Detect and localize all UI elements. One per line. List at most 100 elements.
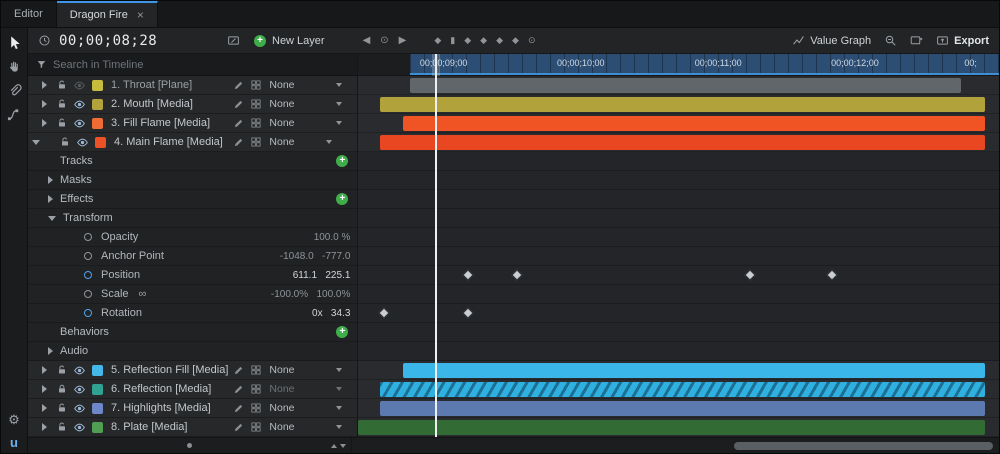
- expand-icon[interactable]: [42, 366, 47, 374]
- collapse-icon[interactable]: [32, 139, 40, 145]
- layer-bar[interactable]: [402, 116, 985, 131]
- keyframe-diamond[interactable]: [744, 269, 756, 281]
- expand-icon[interactable]: [48, 176, 53, 184]
- property-row-anchor-point[interactable]: Anchor Point -1048.0 -777.0: [28, 247, 358, 266]
- edit-pencil-icon[interactable]: [233, 79, 245, 91]
- track-main-flame[interactable]: [358, 133, 999, 152]
- panel-scrollbar[interactable]: [28, 438, 352, 453]
- spline-tool-icon[interactable]: [7, 107, 22, 122]
- hand-tool-icon[interactable]: [7, 59, 22, 74]
- group-row-behaviors[interactable]: Behaviors +: [28, 323, 358, 342]
- clip-tool-icon[interactable]: [7, 83, 22, 98]
- group-row-audio[interactable]: Audio: [28, 342, 358, 361]
- matte-grid-icon[interactable]: [250, 364, 262, 376]
- layer-row-fill-flame[interactable]: 3. Fill Flame [Media] None: [28, 114, 358, 133]
- property-value[interactable]: -1048.0 -777.0: [280, 251, 351, 262]
- next-keyframe-icon[interactable]: ▶: [399, 35, 407, 46]
- matte-grid-icon[interactable]: [250, 98, 262, 110]
- keyframe-diamond[interactable]: [511, 269, 523, 281]
- filter-funnel-icon[interactable]: [36, 59, 47, 70]
- expand-icon[interactable]: [42, 423, 47, 431]
- arrow-down-icon[interactable]: [340, 443, 346, 448]
- layer-color-swatch[interactable]: [92, 402, 103, 414]
- track-reflection-fill[interactable]: [358, 361, 999, 380]
- blend-mode-dropdown[interactable]: None: [269, 79, 357, 91]
- visibility-eye-icon[interactable]: [76, 136, 89, 149]
- expand-icon[interactable]: [42, 100, 47, 108]
- layer-row-reflection[interactable]: 6. Reflection [Media] None: [28, 380, 358, 399]
- matte-grid-icon[interactable]: [250, 421, 262, 433]
- export-button[interactable]: Export: [936, 34, 989, 47]
- edit-pencil-icon[interactable]: [233, 136, 245, 148]
- new-layer-button[interactable]: + New Layer: [254, 34, 325, 47]
- record-keyframe-icon[interactable]: ⊙: [380, 35, 388, 46]
- keyframe-stopwatch-icon[interactable]: [84, 290, 92, 298]
- track-anchor-point[interactable]: [358, 247, 999, 266]
- matte-grid-icon[interactable]: [250, 136, 262, 148]
- expand-icon[interactable]: [42, 81, 47, 89]
- track-mouth[interactable]: [358, 95, 999, 114]
- property-row-scale[interactable]: Scale ∞ -100.0% 100.0%: [28, 285, 358, 304]
- layer-bar[interactable]: [380, 135, 985, 150]
- timeline-ruler[interactable]: 00;00;09;00 00;00;10;00 00;00;11;00 00;00;1…: [358, 54, 999, 76]
- layer-bar[interactable]: [358, 420, 985, 435]
- timeline-panel[interactable]: 00;00;09;00 00;00;10;00 00;00;11;00 00;00;1…: [358, 54, 999, 437]
- layer-bar[interactable]: [409, 78, 962, 93]
- add-behavior-button[interactable]: +: [336, 326, 349, 338]
- matte-grid-icon[interactable]: [250, 383, 262, 395]
- layer-color-swatch[interactable]: [92, 117, 103, 129]
- visibility-eye-icon[interactable]: [73, 79, 86, 92]
- blend-mode-dropdown[interactable]: None: [269, 383, 357, 395]
- expand-icon[interactable]: [48, 195, 53, 203]
- layer-row-main-flame[interactable]: 4. Main Flame [Media] None: [28, 133, 358, 152]
- edit-pencil-icon[interactable]: [233, 383, 245, 395]
- keyframe-stopwatch-icon[interactable]: [84, 271, 92, 279]
- search-input[interactable]: [53, 58, 350, 71]
- keyframe-toggle-icon[interactable]: ▮: [450, 36, 455, 45]
- keyframe-stopwatch-icon[interactable]: [84, 252, 92, 260]
- timeline-scrollbar[interactable]: [352, 438, 999, 453]
- track-reflection[interactable]: [358, 380, 999, 399]
- keyframe-toggle-icon[interactable]: ◆: [464, 36, 471, 45]
- edit-pencil-icon[interactable]: [233, 98, 245, 110]
- add-track-button[interactable]: +: [336, 155, 349, 167]
- layer-color-swatch[interactable]: [92, 383, 103, 395]
- track-fill-flame[interactable]: [358, 114, 999, 133]
- track-rotation[interactable]: [358, 304, 999, 323]
- fit-frame-icon[interactable]: [227, 34, 240, 47]
- property-value[interactable]: -100.0% 100.0%: [271, 289, 351, 300]
- keyframe-toggle-icon[interactable]: ◆: [434, 36, 441, 45]
- layer-bar[interactable]: [380, 382, 985, 397]
- zoom-search-icon[interactable]: [884, 34, 897, 47]
- track-effects[interactable]: [358, 190, 999, 209]
- visibility-eye-icon[interactable]: [73, 117, 86, 130]
- visibility-eye-icon[interactable]: [73, 402, 86, 415]
- group-row-masks[interactable]: Masks: [28, 171, 358, 190]
- track-plate[interactable]: [358, 418, 999, 437]
- keyframe-toggle-icon[interactable]: ⊙: [528, 36, 536, 45]
- scrollbar-thumb[interactable]: [733, 442, 993, 450]
- track-highlights[interactable]: [358, 399, 999, 418]
- property-row-position[interactable]: Position 611.1 225.1: [28, 266, 358, 285]
- tab-editor[interactable]: Editor: [1, 1, 57, 27]
- matte-grid-icon[interactable]: [250, 117, 262, 129]
- keyframe-toggle-icon[interactable]: ◆: [496, 36, 503, 45]
- keyframe-toggle-icon[interactable]: ◆: [512, 36, 519, 45]
- playhead[interactable]: [435, 54, 438, 437]
- expand-icon[interactable]: [42, 404, 47, 412]
- layer-bar[interactable]: [402, 363, 985, 378]
- blend-mode-dropdown[interactable]: None: [269, 136, 357, 148]
- track-audio[interactable]: [358, 342, 999, 361]
- layer-row-plate[interactable]: 8. Plate [Media] None: [28, 418, 358, 437]
- track-throat[interactable]: [358, 76, 999, 95]
- layer-row-highlights[interactable]: 7. Highlights [Media] None: [28, 399, 358, 418]
- prev-keyframe-icon[interactable]: ◀: [363, 35, 371, 46]
- keyframe-stopwatch-icon[interactable]: [84, 233, 92, 241]
- property-row-rotation[interactable]: Rotation 0x 34.3: [28, 304, 358, 323]
- layer-color-swatch[interactable]: [92, 79, 103, 91]
- blend-mode-dropdown[interactable]: None: [269, 421, 357, 433]
- layer-row-throat[interactable]: 1. Throat [Plane] None: [28, 76, 358, 95]
- lock-icon[interactable]: [56, 402, 68, 414]
- layer-color-swatch[interactable]: [95, 136, 106, 148]
- lock-icon[interactable]: [56, 79, 68, 91]
